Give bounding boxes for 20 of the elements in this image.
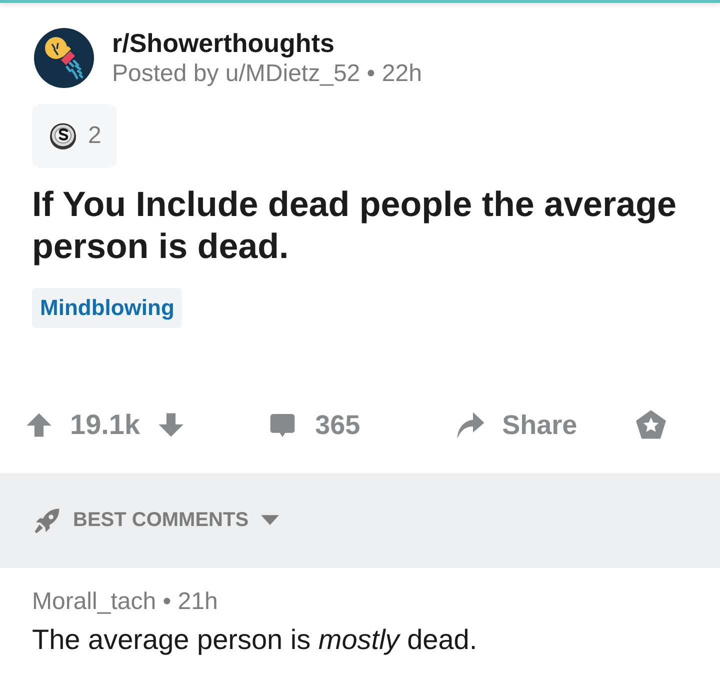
award-pill[interactable]: 2	[32, 104, 118, 168]
share-arrow-icon	[455, 410, 486, 440]
sort-dropdown[interactable]: BEST COMMENTS	[33, 506, 279, 534]
subreddit-name[interactable]: r/Showerthoughts	[112, 28, 422, 58]
lightbulb-avatar-icon[interactable]	[34, 28, 94, 88]
comment-author-line: Morall_tach • 21h	[32, 588, 219, 616]
up-arrow-icon[interactable]	[26, 412, 52, 438]
flair-tag[interactable]: Mindblowing	[32, 288, 182, 328]
post-title: If You Include dead people the average person is dead.	[32, 184, 678, 268]
comments-button[interactable]: 365	[269, 410, 360, 440]
down-arrow-icon[interactable]	[158, 412, 184, 438]
rocket-icon	[33, 506, 61, 534]
star-icon[interactable]	[636, 410, 666, 440]
caret-down-icon	[260, 515, 279, 526]
comment-text: The average person is mostly dead.	[32, 623, 478, 657]
post-byline: Posted by u/MDietz_52 • 22h	[112, 60, 422, 88]
vote-score: 19.1k	[70, 409, 140, 441]
share-button[interactable]: Share	[455, 410, 578, 440]
speech-bubble-icon	[269, 412, 296, 438]
coin-icon	[48, 121, 78, 151]
